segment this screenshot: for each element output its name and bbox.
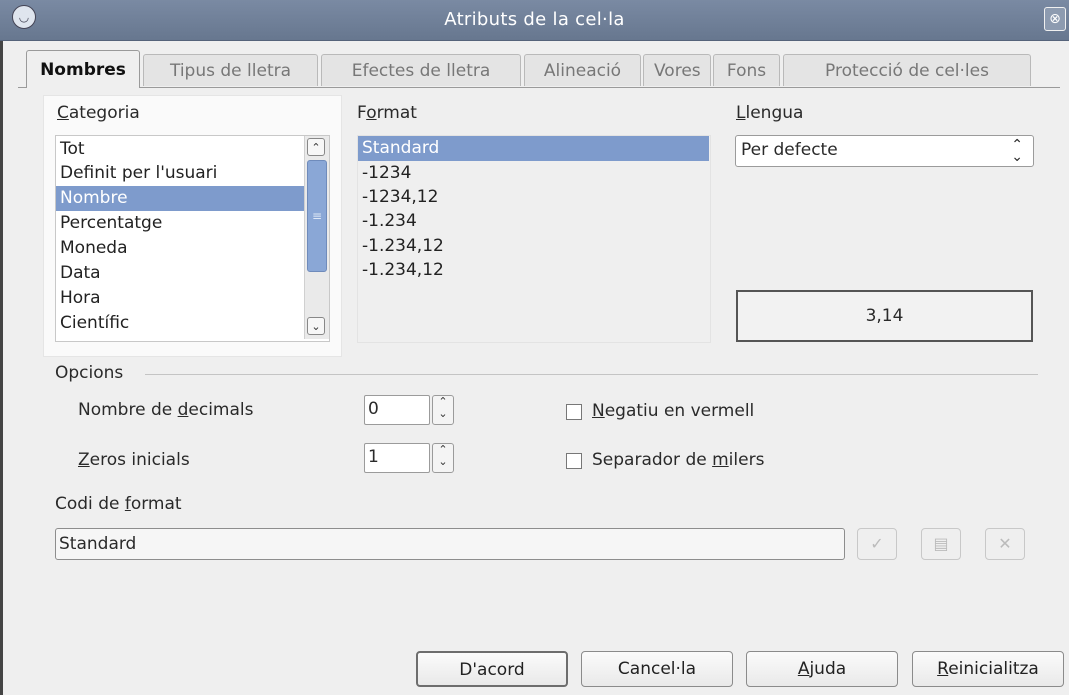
list-item[interactable]: Definit per l'usuari <box>56 161 303 186</box>
ok-button[interactable]: D'acord <box>416 651 568 687</box>
list-item[interactable]: Percentatge <box>56 211 303 236</box>
leading-zeros-value: 1 <box>368 447 379 467</box>
leading-zeros-stepper-icon[interactable]: ⌃ ⌄ <box>432 443 454 473</box>
list-item-selected[interactable]: Nombre <box>56 186 304 211</box>
thousands-separator-label[interactable]: Separador de milers <box>592 450 764 470</box>
list-item[interactable]: -1.234,12 <box>358 258 709 283</box>
tab-tipus-de-lletra[interactable]: Tipus de lletra <box>143 54 318 86</box>
format-code-input[interactable]: Standard <box>55 528 845 560</box>
tab-efectes-de-lletra[interactable]: Efectes de lletra <box>321 54 521 86</box>
format-label: Format <box>357 103 417 123</box>
close-icon[interactable]: ⊗ <box>1044 7 1066 31</box>
decimals-field[interactable]: 0 <box>364 395 430 425</box>
tab-fons[interactable]: Fons <box>713 54 780 86</box>
tab-alineacio[interactable]: Alineació <box>524 54 641 86</box>
list-item[interactable]: Moneda <box>56 236 303 261</box>
list-item[interactable]: -1234,12 <box>358 185 709 210</box>
list-item[interactable]: -1234 <box>358 161 709 186</box>
window-left-edge <box>0 40 3 695</box>
leading-zeros-label: Zeros inicials <box>78 450 190 470</box>
decimals-value: 0 <box>368 399 379 419</box>
x-delete-icon[interactable]: ✕ <box>985 528 1025 560</box>
tab-vores[interactable]: Vores <box>643 54 711 86</box>
tab-proteccio-de-celles[interactable]: Protecció de cel·les <box>783 54 1031 86</box>
language-value: Per defecte <box>741 140 838 160</box>
scroll-down-icon[interactable]: ⌄ <box>307 317 325 335</box>
options-separator <box>145 374 1038 375</box>
category-listbox[interactable]: Tot Definit per l'usuari Nombre Percenta… <box>55 135 330 342</box>
format-listbox[interactable]: Standard -1234 -1234,12 -1.234 -1.234,12… <box>357 135 711 343</box>
thousands-separator-checkbox[interactable] <box>566 453 582 469</box>
chevron-updown-icon: ⌃ ⌄ <box>1011 137 1023 165</box>
negative-red-label[interactable]: Negatiu en vermell <box>592 401 754 421</box>
edit-comment-icon[interactable]: ▤ <box>921 528 961 560</box>
list-item[interactable]: Tot <box>56 137 303 162</box>
decimals-label: Nombre de decimals <box>78 400 254 420</box>
category-scrollbar[interactable]: ⌃ ≡ ⌄ <box>304 136 329 339</box>
list-item[interactable]: Hora <box>56 286 303 311</box>
list-item[interactable]: Data <box>56 261 303 286</box>
format-code-value: Standard <box>59 534 137 554</box>
scroll-thumb[interactable]: ≡ <box>307 160 327 272</box>
format-preview: 3,14 <box>736 290 1033 342</box>
leading-zeros-field[interactable]: 1 <box>364 443 430 473</box>
tab-nombres[interactable]: Nombres <box>26 50 140 88</box>
list-item[interactable]: -1.234 <box>358 209 709 234</box>
format-code-label: Codi de format <box>55 494 182 514</box>
language-label: Llengua <box>736 103 804 123</box>
reset-button[interactable]: Reinicialitza <box>912 651 1064 687</box>
decimals-stepper-icon[interactable]: ⌃ ⌄ <box>432 395 454 425</box>
language-dropdown[interactable]: Per defecte ⌃ ⌄ <box>735 135 1034 167</box>
window-title: Atributs de la cel·la <box>444 9 625 30</box>
help-button[interactable]: Ajuda <box>746 651 898 687</box>
options-title: Opcions <box>55 363 124 383</box>
list-item[interactable]: -1.234,12 <box>358 234 709 259</box>
checkmark-icon[interactable]: ✓ <box>857 528 897 560</box>
list-item[interactable]: Científic <box>56 311 303 336</box>
category-label: Categoria <box>57 103 140 123</box>
negative-red-checkbox[interactable] <box>566 404 582 420</box>
cancel-button[interactable]: Cancel·la <box>581 651 733 687</box>
list-item-selected[interactable]: Standard <box>358 136 709 161</box>
scroll-up-icon[interactable]: ⌃ <box>307 138 325 156</box>
